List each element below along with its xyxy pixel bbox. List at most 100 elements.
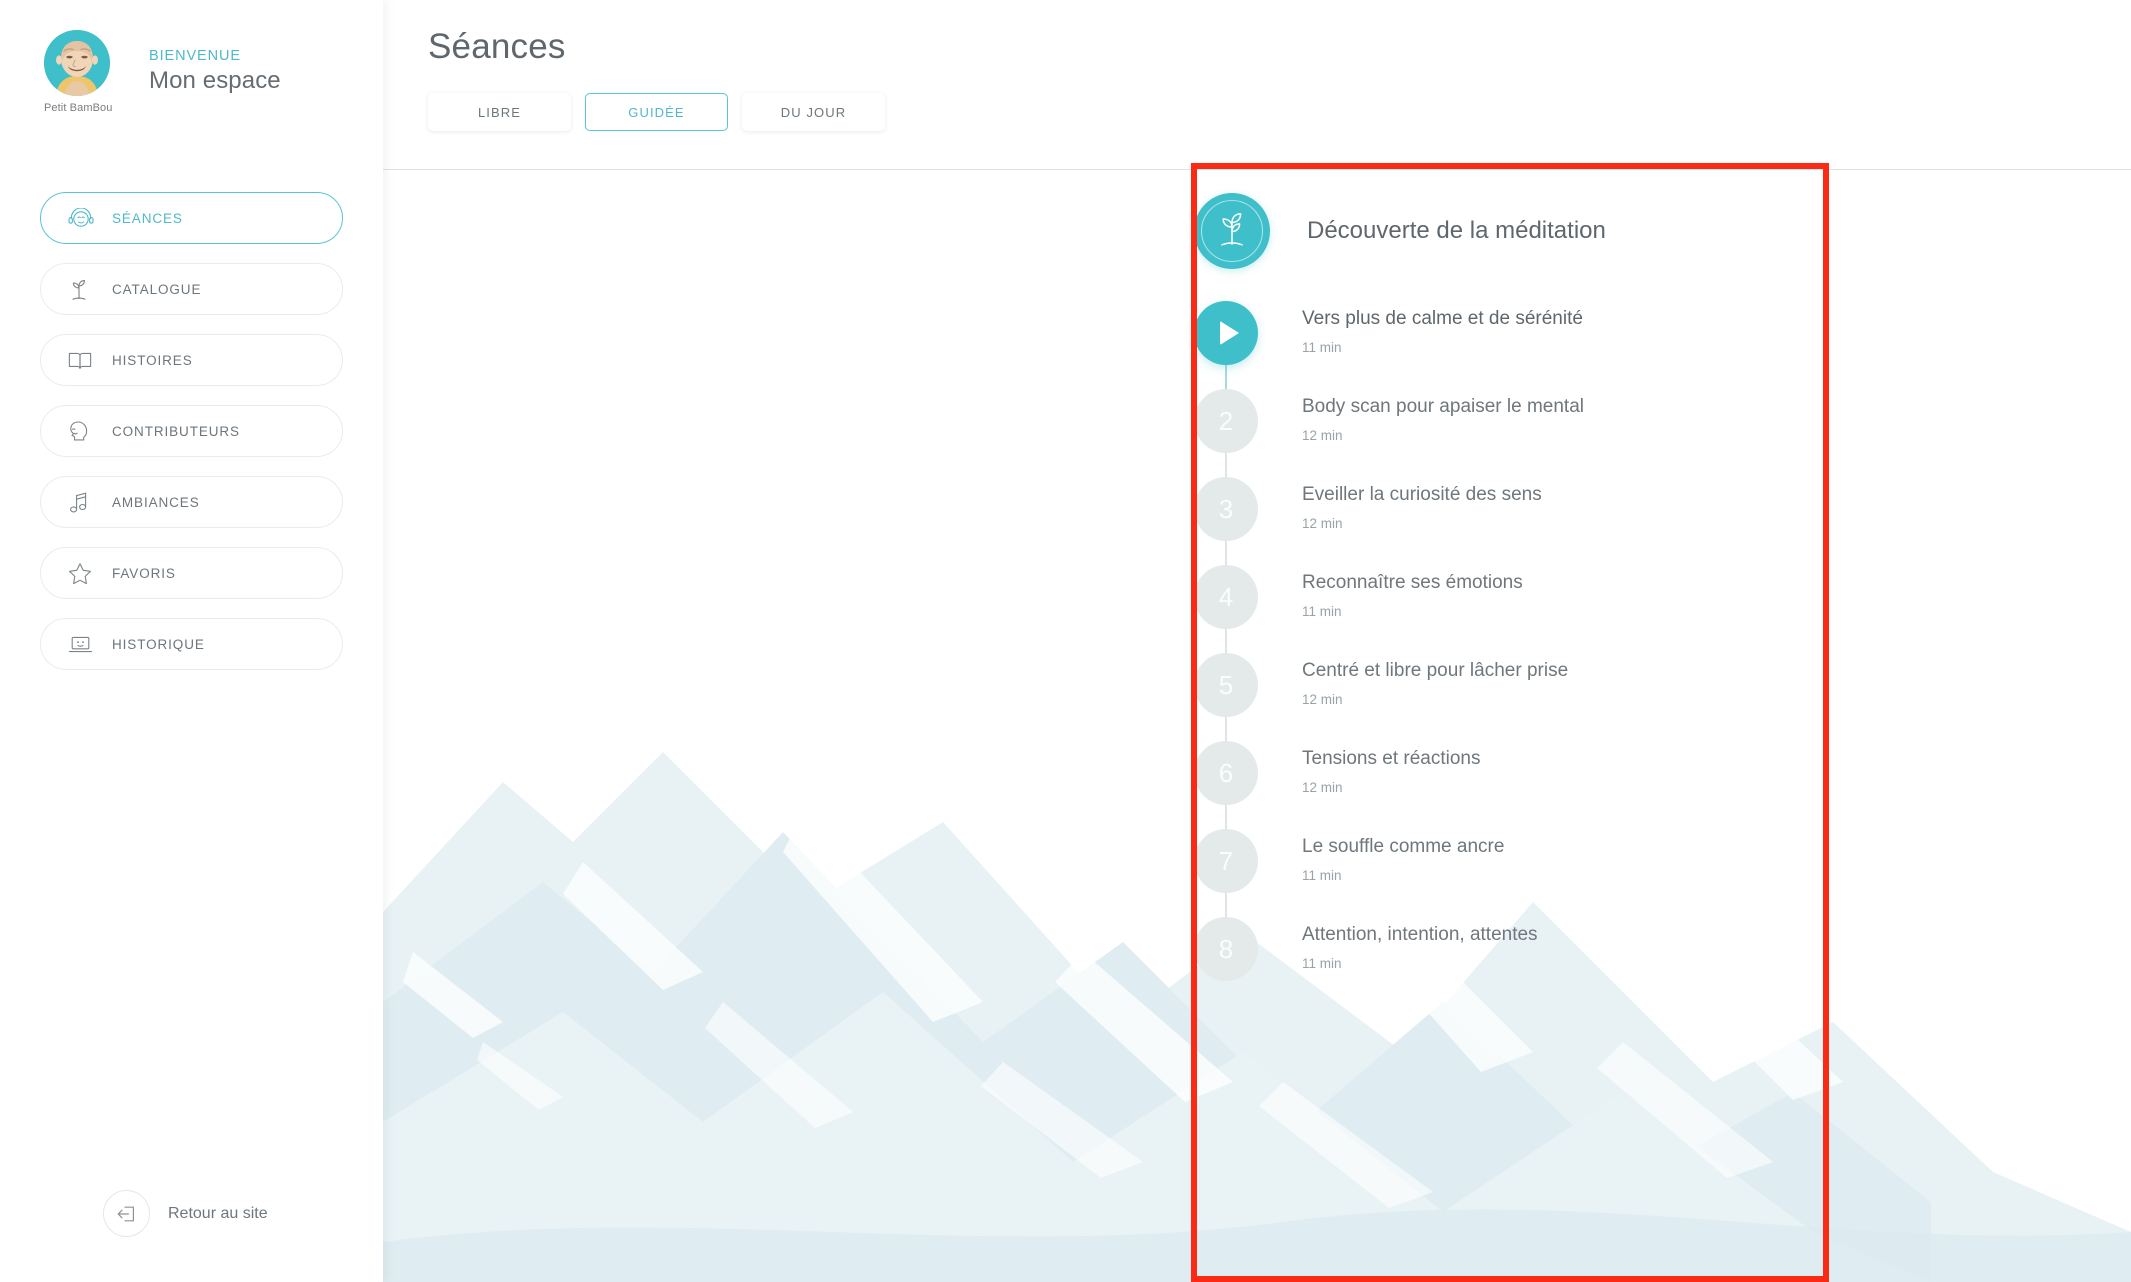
sidebar-item-label: FAVORIS: [112, 565, 176, 581]
sidebar-item-seances[interactable]: SÉANCES: [40, 192, 343, 244]
program-title: Découverte de la méditation: [1307, 217, 1606, 244]
tab-label: LIBRE: [477, 104, 522, 120]
tab-du-jour[interactable]: DU JOUR: [742, 93, 885, 131]
session-step-7[interactable]: 7 Le souffle comme ancre 11 min: [1194, 829, 1830, 917]
session-step-3[interactable]: 3 Eveiller la curiosité des sens 12 min: [1194, 477, 1830, 565]
sprout-icon: [68, 276, 98, 302]
step-connector: [1225, 805, 1227, 829]
music-note-icon: [68, 489, 98, 515]
sidebar-item-historique[interactable]: HISTORIQUE: [40, 618, 343, 670]
step-number-badge[interactable]: 2: [1194, 389, 1258, 453]
program-panel: Découverte de la méditation Vers plus de…: [1194, 165, 1830, 1005]
sidebar-item-label: SÉANCES: [112, 210, 183, 226]
session-step-6[interactable]: 6 Tensions et réactions 12 min: [1194, 741, 1830, 829]
sidebar-item-catalogue[interactable]: CATALOGUE: [40, 263, 343, 315]
star-icon: [68, 560, 98, 586]
session-step-1[interactable]: Vers plus de calme et de sérénité 11 min: [1194, 301, 1830, 389]
session-name: Vers plus de calme et de sérénité: [1302, 308, 1583, 329]
sidebar-item-label: CONTRIBUTEURS: [112, 423, 240, 439]
monk-avatar-icon[interactable]: [44, 30, 110, 96]
play-button[interactable]: [1194, 301, 1258, 365]
step-connector: [1225, 365, 1227, 389]
step-number-badge[interactable]: 6: [1194, 741, 1258, 805]
session-name: Le souffle comme ancre: [1302, 836, 1505, 857]
session-duration: 11 min: [1302, 339, 1342, 355]
session-step-text: Body scan pour apaiser le mental 12 min: [1302, 389, 1584, 443]
session-steps-list: Vers plus de calme et de sérénité 11 min…: [1194, 301, 1830, 1005]
sidebar-item-contributeurs[interactable]: CONTRIBUTEURS: [40, 405, 343, 457]
exit-arrow-icon: [103, 1190, 150, 1237]
step-connector: [1225, 717, 1227, 741]
session-duration: 12 min: [1302, 779, 1343, 795]
session-name: Tensions et réactions: [1302, 748, 1481, 769]
laptop-icon: [68, 631, 98, 657]
step-connector: [1225, 453, 1227, 477]
session-step-text: Le souffle comme ancre 11 min: [1302, 829, 1504, 883]
step-number-badge[interactable]: 5: [1194, 653, 1258, 717]
sidebar-item-favoris[interactable]: FAVORIS: [40, 547, 343, 599]
profile-text: BIENVENUE Mon espace: [149, 30, 281, 95]
session-name: Eveiller la curiosité des sens: [1302, 484, 1542, 505]
page-title: Séances: [428, 27, 566, 66]
step-number-badge[interactable]: 7: [1194, 829, 1258, 893]
session-step-2[interactable]: 2 Body scan pour apaiser le mental 12 mi…: [1194, 389, 1830, 477]
profile-block: Petit BamBou BIENVENUE Mon espace: [0, 0, 383, 114]
tab-label: GUIDÉE: [628, 104, 685, 120]
sidebar: Petit BamBou BIENVENUE Mon espace SÉANCE…: [0, 0, 383, 1282]
avatar-wrap: Petit BamBou: [44, 30, 113, 114]
space-name: Mon espace: [149, 67, 281, 94]
main-content: Séances LIBRE GUIDÉE DU JOUR Découverte …: [383, 0, 2131, 1282]
sidebar-item-label: AMBIANCES: [112, 494, 200, 510]
session-step-8[interactable]: 8 Attention, intention, attentes 11 min: [1194, 917, 1830, 1005]
tab-guidee[interactable]: GUIDÉE: [585, 93, 728, 131]
step-connector: [1225, 629, 1227, 653]
step-number-badge[interactable]: 8: [1194, 917, 1258, 981]
tabs-bar: LIBRE GUIDÉE DU JOUR: [383, 67, 2131, 131]
step-number: 6: [1218, 757, 1234, 788]
step-number: 5: [1218, 669, 1234, 700]
tab-libre[interactable]: LIBRE: [428, 93, 571, 131]
sprout-icon: [1194, 193, 1270, 269]
step-number: 4: [1218, 581, 1234, 612]
tab-label: DU JOUR: [780, 104, 847, 120]
session-duration: 12 min: [1302, 691, 1343, 707]
session-duration: 11 min: [1302, 867, 1342, 883]
session-step-text: Attention, intention, attentes 11 min: [1302, 917, 1538, 971]
program-header: Découverte de la méditation: [1194, 165, 1830, 269]
session-step-text: Tensions et réactions 12 min: [1302, 741, 1481, 795]
step-number: 7: [1218, 845, 1234, 876]
session-duration: 11 min: [1302, 955, 1342, 971]
sidebar-nav: SÉANCES CATALOGUE HISTOIRES CONTRIBUTEUR…: [0, 192, 383, 670]
step-number-badge[interactable]: 4: [1194, 565, 1258, 629]
back-to-site-label: Retour au site: [168, 1204, 268, 1222]
session-step-text: Reconnaître ses émotions 11 min: [1302, 565, 1523, 619]
session-step-text: Vers plus de calme et de sérénité 11 min: [1302, 301, 1583, 355]
session-step-text: Eveiller la curiosité des sens 12 min: [1302, 477, 1542, 531]
step-number-badge[interactable]: 3: [1194, 477, 1258, 541]
session-step-text: Centré et libre pour lâcher prise 12 min: [1302, 653, 1568, 707]
session-step-4[interactable]: 4 Reconnaître ses émotions 11 min: [1194, 565, 1830, 653]
avatar-name: Petit BamBou: [44, 102, 113, 114]
sidebar-item-ambiances[interactable]: AMBIANCES: [40, 476, 343, 528]
session-name: Body scan pour apaiser le mental: [1302, 396, 1584, 417]
speaking-head-icon: [68, 418, 98, 444]
open-book-icon: [68, 347, 98, 373]
sidebar-item-histoires[interactable]: HISTOIRES: [40, 334, 343, 386]
step-number: 8: [1218, 933, 1234, 964]
session-step-5[interactable]: 5 Centré et libre pour lâcher prise 12 m…: [1194, 653, 1830, 741]
step-connector: [1225, 541, 1227, 565]
session-duration: 11 min: [1302, 603, 1342, 619]
session-name: Reconnaître ses émotions: [1302, 572, 1523, 593]
welcome-label: BIENVENUE: [149, 48, 241, 64]
sidebar-item-label: HISTOIRES: [112, 352, 193, 368]
session-duration: 12 min: [1302, 515, 1343, 531]
sidebar-item-label: HISTORIQUE: [112, 636, 205, 652]
sidebar-item-label: CATALOGUE: [112, 281, 202, 297]
step-number: 2: [1218, 405, 1234, 436]
back-to-site-button[interactable]: Retour au site: [103, 1190, 268, 1237]
session-name: Attention, intention, attentes: [1302, 924, 1538, 945]
app-root: Petit BamBou BIENVENUE Mon espace SÉANCE…: [0, 0, 2131, 1282]
play-icon: [1219, 321, 1239, 345]
session-duration: 12 min: [1302, 427, 1343, 443]
step-connector: [1225, 893, 1227, 917]
